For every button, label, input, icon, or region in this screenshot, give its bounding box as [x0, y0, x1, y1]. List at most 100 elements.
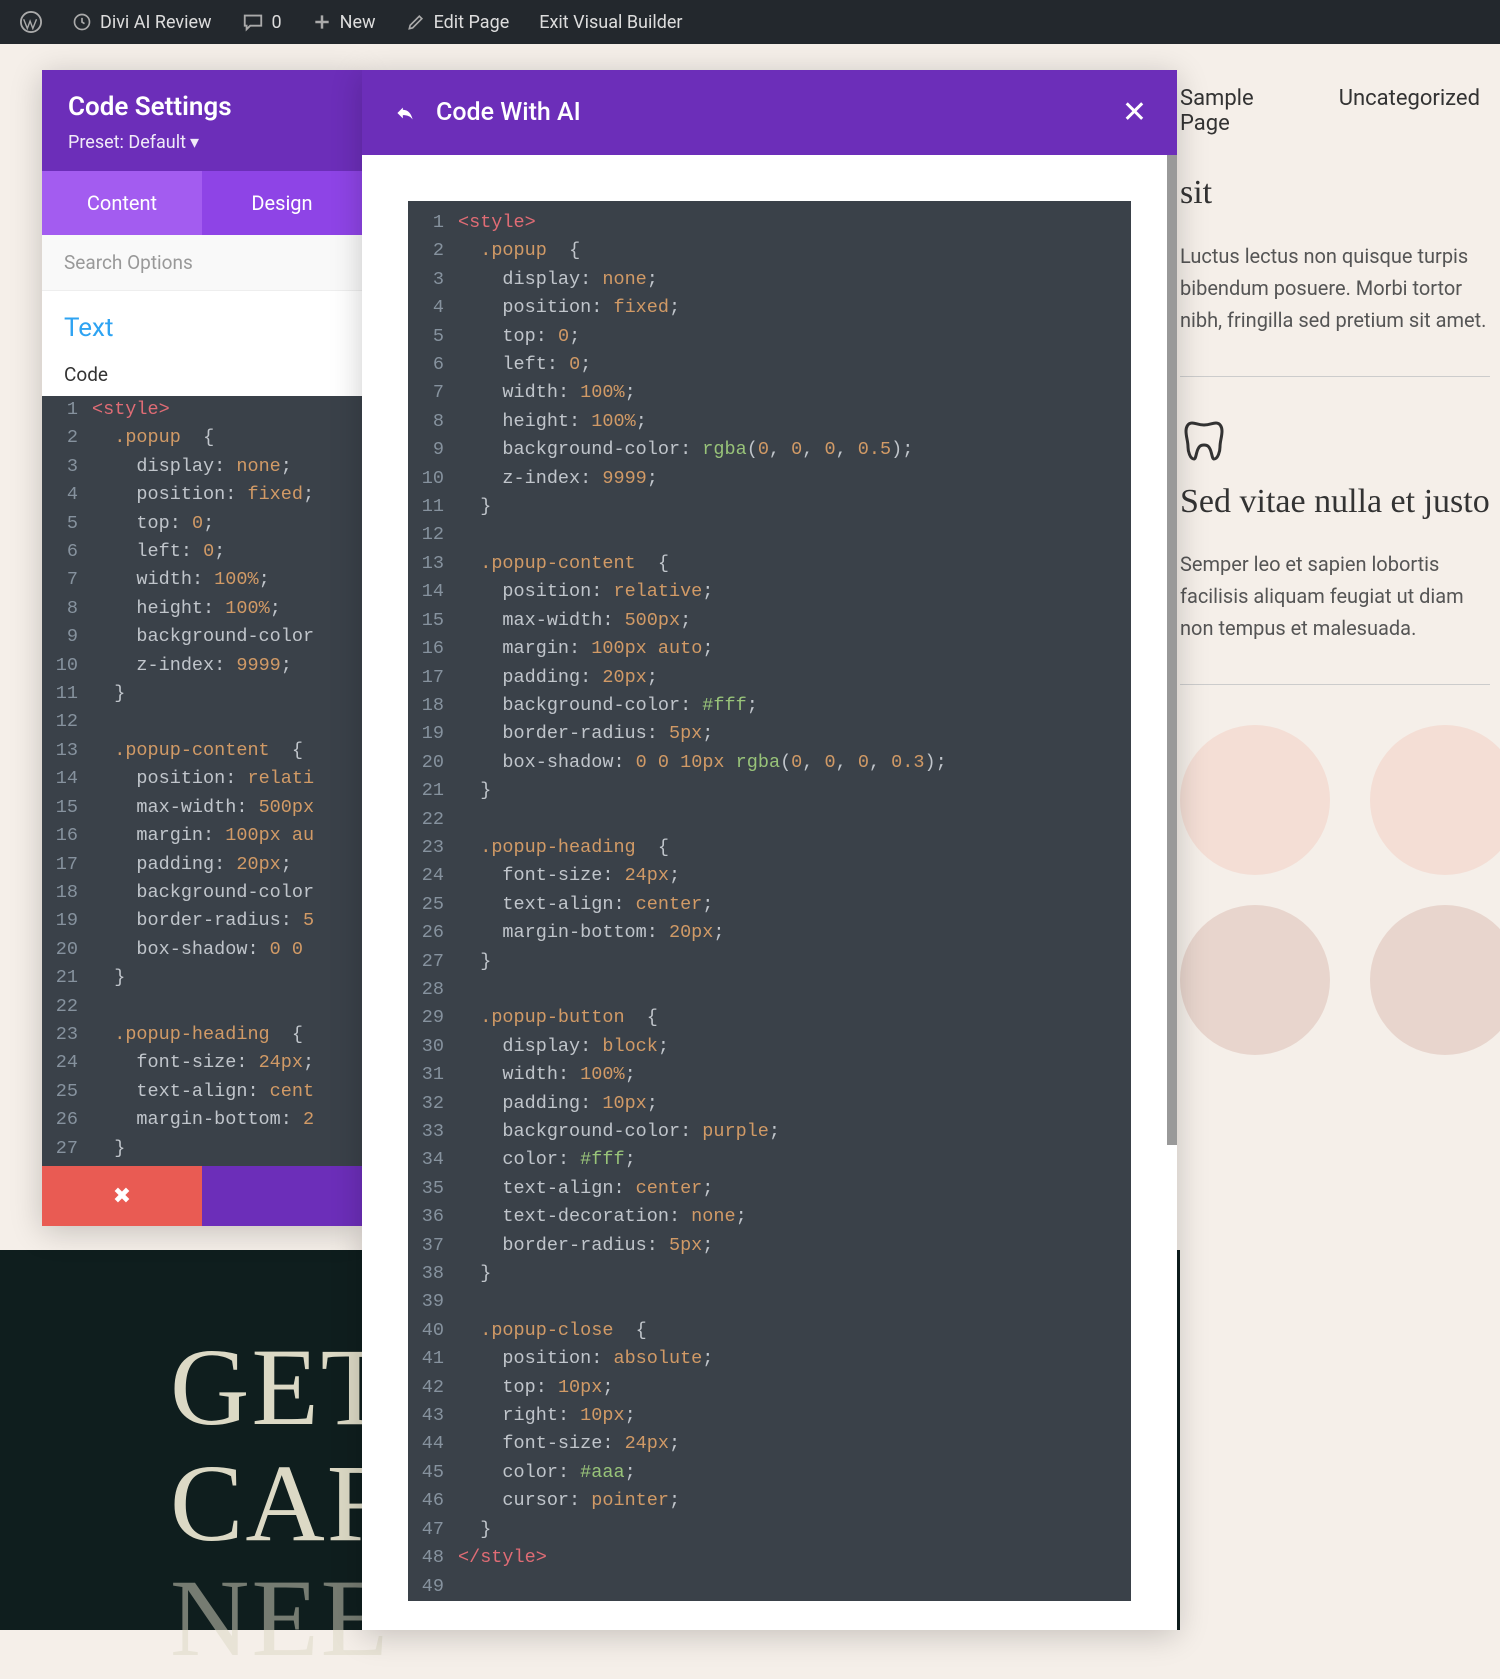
code-line: 11 }: [42, 680, 362, 708]
code-line: 39: [408, 1288, 1131, 1316]
code-line: 23 .popup-heading {: [408, 834, 1131, 862]
code-line: 4 position: fixed;: [408, 294, 1131, 322]
circle-image: [1370, 725, 1500, 875]
code-line: 12: [408, 521, 1131, 549]
code-line: 21 }: [42, 964, 362, 992]
code-line: 43 right: 10px;: [408, 1402, 1131, 1430]
code-line: 5 top: 0;: [42, 510, 362, 538]
code-line: 12: [42, 708, 362, 736]
image-circles: [1180, 905, 1490, 1055]
cancel-button[interactable]: ✖: [42, 1166, 202, 1226]
block1-paragraph: Luctus lectus non quisque turpis bibendu…: [1180, 240, 1490, 377]
code-line: 9 background-color: [42, 623, 362, 651]
code-line: 28: [408, 976, 1131, 1004]
new-content[interactable]: New: [302, 12, 386, 33]
code-line: 41 position: absolute;: [408, 1345, 1131, 1373]
fragment-trail: sit: [1180, 166, 1490, 240]
exit-visual-builder[interactable]: Exit Visual Builder: [529, 12, 692, 33]
code-line: 37 border-radius: 5px;: [408, 1232, 1131, 1260]
ai-panel-body: 1<style>2 .popup {3 display: none;4 posi…: [362, 155, 1177, 1630]
code-line: 20 box-shadow: 0 0 10px rgba(0, 0, 0, 0.…: [408, 749, 1131, 777]
nav-uncategorized[interactable]: Uncategorized: [1339, 86, 1480, 136]
settings-footer: ✖: [42, 1166, 362, 1226]
nav-sample-page[interactable]: Sample Page: [1180, 86, 1309, 136]
code-line: 1<style>: [42, 396, 362, 424]
preset-selector[interactable]: Preset: Default ▾: [68, 132, 336, 153]
exit-vb-label: Exit Visual Builder: [539, 12, 682, 33]
settings-header: Code Settings Preset: Default ▾: [42, 70, 362, 171]
field-code-label: Code: [42, 351, 362, 396]
code-line: 24 font-size: 24px;: [42, 1049, 362, 1077]
code-line: 38 }: [408, 1260, 1131, 1288]
code-line: 15 max-width: 500px: [42, 794, 362, 822]
code-line: 26 margin-bottom: 20px;: [408, 919, 1131, 947]
search-placeholder: Search Options: [64, 251, 193, 274]
block2-heading: Sed vitae nulla et justo: [1180, 481, 1490, 524]
code-line: 27 }: [408, 948, 1131, 976]
site-title-label: Divi AI Review: [100, 12, 212, 33]
code-line: 24 font-size: 24px;: [408, 862, 1131, 890]
ai-panel-header: Code With AI ✕: [362, 70, 1177, 155]
wp-logo[interactable]: [10, 11, 52, 33]
image-circles: [1180, 725, 1490, 875]
code-line: 3 display: none;: [408, 266, 1131, 294]
save-button[interactable]: [202, 1166, 362, 1226]
site-name[interactable]: Divi AI Review: [62, 12, 222, 33]
code-line: 6 left: 0;: [408, 351, 1131, 379]
code-line: 10 z-index: 9999;: [408, 465, 1131, 493]
preset-label: Preset: Default: [68, 132, 186, 153]
search-options-input[interactable]: Search Options: [42, 235, 362, 291]
code-line: 4 position: fixed;: [42, 481, 362, 509]
code-editor-ai[interactable]: 1<style>2 .popup {3 display: none;4 posi…: [408, 201, 1131, 1601]
code-line: 44 font-size: 24px;: [408, 1430, 1131, 1458]
code-line: 11 }: [408, 493, 1131, 521]
block2-paragraph: Semper leo et sapien lobortis facilisis …: [1180, 548, 1490, 685]
scrollbar[interactable]: [1167, 155, 1177, 1145]
code-line: 1<style>: [408, 209, 1131, 237]
code-line: 16 margin: 100px au: [42, 822, 362, 850]
code-line: 32 padding: 10px;: [408, 1090, 1131, 1118]
code-line: 15 max-width: 500px;: [408, 607, 1131, 635]
code-line: 19 border-radius: 5px;: [408, 720, 1131, 748]
code-with-ai-panel: Code With AI ✕ 1<style>2 .popup {3 displ…: [362, 70, 1177, 1630]
code-line: 45 color: #aaa;: [408, 1459, 1131, 1487]
comments[interactable]: 0: [232, 11, 292, 33]
code-line: 7 width: 100%;: [408, 379, 1131, 407]
edit-page[interactable]: Edit Page: [396, 12, 520, 33]
settings-title: Code Settings: [68, 92, 336, 122]
site-nav: Sample Page Uncategorized: [1180, 68, 1490, 166]
tab-design[interactable]: Design: [202, 171, 362, 235]
tooth-icon: [1180, 417, 1490, 465]
code-line: 20 box-shadow: 0 0: [42, 936, 362, 964]
circle-image: [1370, 905, 1500, 1055]
code-line: 49: [408, 1573, 1131, 1601]
code-line: 33 background-color: purple;: [408, 1118, 1131, 1146]
ai-panel-title: Code With AI: [436, 98, 581, 127]
code-line: 10 z-index: 9999;: [42, 652, 362, 680]
code-line: 13 .popup-content {: [408, 550, 1131, 578]
code-line: 9 background-color: rgba(0, 0, 0, 0.5);: [408, 436, 1131, 464]
code-line: 29 .popup-button {: [408, 1004, 1131, 1032]
close-icon[interactable]: ✕: [1122, 95, 1147, 130]
code-settings-panel: Code Settings Preset: Default ▾ Content …: [42, 70, 362, 1226]
code-line: 46 cursor: pointer;: [408, 1487, 1131, 1515]
code-line: 26 margin-bottom: 2: [42, 1106, 362, 1134]
right-column: Sample Page Uncategorized sit Luctus lec…: [1180, 44, 1500, 1055]
code-line: 14 position: relative;: [408, 578, 1131, 606]
code-line: 40 .popup-close {: [408, 1317, 1131, 1345]
back-arrow-icon[interactable]: [392, 100, 418, 126]
code-line: 21 }: [408, 777, 1131, 805]
code-line: 34 color: #fff;: [408, 1146, 1131, 1174]
code-line: 48</style>: [408, 1544, 1131, 1572]
code-line: 17 padding: 20px;: [42, 851, 362, 879]
edit-page-label: Edit Page: [434, 12, 510, 33]
code-line: 5 top: 0;: [408, 323, 1131, 351]
code-editor-small[interactable]: 1<style>2 .popup {3 display: none;4 posi…: [42, 396, 362, 1166]
new-label: New: [340, 12, 376, 33]
code-line: 36 text-decoration: none;: [408, 1203, 1131, 1231]
code-line: 6 left: 0;: [42, 538, 362, 566]
wp-admin-bar: Divi AI Review 0 New Edit Page Exit Visu…: [0, 0, 1500, 44]
tab-content[interactable]: Content: [42, 171, 202, 235]
code-line: 13 .popup-content {: [42, 737, 362, 765]
section-text[interactable]: Text: [42, 291, 362, 351]
